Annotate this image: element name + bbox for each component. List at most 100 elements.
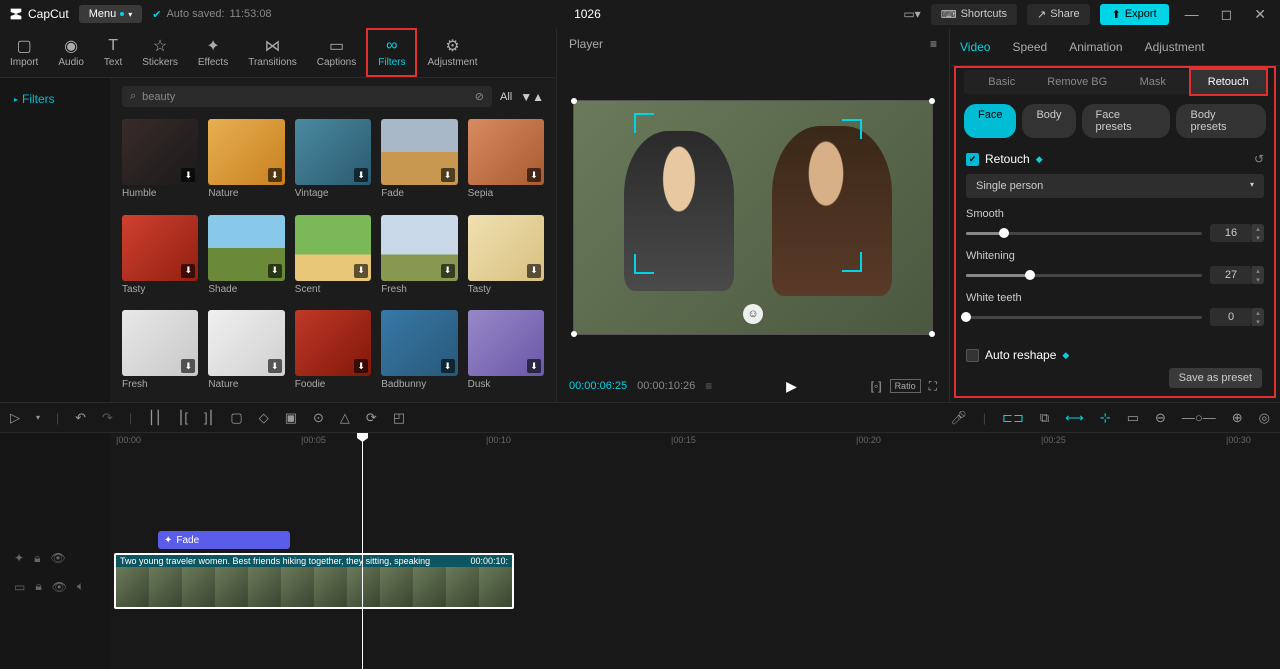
visibility-icon[interactable]: 👁︎ bbox=[50, 551, 65, 565]
download-icon[interactable]: ⬇ bbox=[527, 168, 541, 182]
zoom-in[interactable]: ⊕ bbox=[1232, 410, 1243, 426]
tool-text[interactable]: TText bbox=[94, 28, 132, 77]
filter-sort-icon[interactable]: ▼▲ bbox=[520, 90, 544, 104]
download-icon[interactable]: ⬇ bbox=[268, 168, 282, 182]
fit-tool[interactable]: ◎ bbox=[1259, 410, 1270, 426]
sidebar-item-filters[interactable]: ▸ Filters bbox=[0, 86, 110, 112]
filter-thumbnail[interactable]: ⬇ bbox=[381, 310, 457, 376]
redo-button[interactable]: ↷ bbox=[102, 410, 113, 426]
export-button[interactable]: ⬆ Export bbox=[1100, 4, 1169, 25]
handle-bl[interactable] bbox=[571, 331, 577, 337]
zoom-slider[interactable]: —○— bbox=[1182, 410, 1216, 425]
minimize-button[interactable]: — bbox=[1179, 6, 1205, 22]
preview-axis-tool[interactable]: ⊹ bbox=[1100, 410, 1111, 426]
slider-thumb[interactable] bbox=[1025, 270, 1035, 280]
pill-body[interactable]: Body bbox=[1022, 104, 1075, 138]
track-tool[interactable]: ▭ bbox=[1127, 410, 1139, 426]
filter-thumbnail[interactable]: ⬇ bbox=[295, 215, 371, 281]
slider-value[interactable]: 16 bbox=[1210, 224, 1252, 242]
pill-face-presets[interactable]: Face presets bbox=[1082, 104, 1171, 138]
snap-tool[interactable]: ⟷ bbox=[1065, 410, 1084, 426]
filter-scent[interactable]: ⬇Scent bbox=[295, 215, 371, 303]
clear-icon[interactable]: ⊘ bbox=[475, 90, 484, 103]
filter-sepia[interactable]: ⬇Sepia bbox=[468, 119, 544, 207]
video-track-header[interactable]: ▭ 🔒︎ 👁︎ 🔈︎ bbox=[0, 573, 110, 629]
filter-thumbnail[interactable]: ⬇ bbox=[208, 215, 284, 281]
spinner[interactable]: ▴▾ bbox=[1252, 266, 1264, 284]
filter-tasty[interactable]: ⬇Tasty bbox=[122, 215, 198, 303]
slider-thumb[interactable] bbox=[961, 312, 971, 322]
tab-animation[interactable]: Animation bbox=[1067, 36, 1124, 58]
filter-tasty[interactable]: ⬇Tasty bbox=[468, 215, 544, 303]
crop-tool[interactable]: ◇ bbox=[259, 410, 269, 426]
filter-nature[interactable]: ⬇Nature bbox=[208, 310, 284, 398]
magnet-tool[interactable]: ⊏⊐ bbox=[1002, 410, 1024, 426]
mirror-tool[interactable]: △ bbox=[340, 410, 350, 426]
timeline-tracks[interactable]: |00:00|00:05|00:10|00:15|00:20|00:25|00:… bbox=[110, 433, 1280, 669]
download-icon[interactable]: ⬇ bbox=[354, 168, 368, 182]
download-icon[interactable]: ⬇ bbox=[354, 359, 368, 373]
mic-icon[interactable]: 🎤︎ bbox=[950, 410, 967, 426]
shortcuts-button[interactable]: ⌨ Shortcuts bbox=[931, 4, 1017, 25]
rotate-tool[interactable]: ⟳ bbox=[366, 410, 377, 426]
crop2-tool[interactable]: ◰ bbox=[393, 410, 405, 426]
timeline-ruler[interactable]: |00:00|00:05|00:10|00:15|00:20|00:25|00:… bbox=[110, 433, 1280, 453]
freeze-tool[interactable]: ▣ bbox=[285, 410, 297, 426]
play-button[interactable]: ▶ bbox=[786, 378, 797, 395]
save-preset-button[interactable]: Save as preset bbox=[1169, 368, 1262, 388]
tool-captions[interactable]: ▭Captions bbox=[307, 28, 366, 77]
handle-tl[interactable] bbox=[571, 98, 577, 104]
video-clip[interactable]: Two young traveler women. Best friends h… bbox=[114, 553, 514, 609]
spinner[interactable]: ▴▾ bbox=[1252, 308, 1264, 326]
filter-fresh[interactable]: ⬇Fresh bbox=[381, 215, 457, 303]
player-menu-icon[interactable]: ≡ bbox=[930, 37, 937, 51]
checkbox-icon[interactable]: ✔ bbox=[966, 153, 979, 166]
pointer-tool[interactable]: ▷ bbox=[10, 410, 20, 426]
pill-body-presets[interactable]: Body presets bbox=[1176, 104, 1266, 138]
tool-transitions[interactable]: ⋈Transitions bbox=[238, 28, 307, 77]
filter-thumbnail[interactable]: ⬇ bbox=[122, 119, 198, 185]
lock-icon[interactable]: 🔒︎ bbox=[34, 551, 40, 566]
handle-tr[interactable] bbox=[929, 98, 935, 104]
filter-humble[interactable]: ⬇Humble bbox=[122, 119, 198, 207]
share-button[interactable]: ↗ Share bbox=[1027, 4, 1090, 25]
download-icon[interactable]: ⬇ bbox=[181, 359, 195, 373]
filter-thumbnail[interactable]: ⬇ bbox=[122, 215, 198, 281]
lock-icon[interactable]: 🔒︎ bbox=[35, 579, 41, 594]
spinner-up[interactable]: ▴ bbox=[1252, 266, 1264, 275]
spinner-down[interactable]: ▾ bbox=[1252, 275, 1264, 284]
tool-filters[interactable]: ∞Filters bbox=[366, 28, 417, 77]
filter-thumbnail[interactable]: ⬇ bbox=[295, 119, 371, 185]
slider-track[interactable] bbox=[966, 232, 1202, 235]
ratio-button[interactable]: Ratio bbox=[890, 379, 921, 393]
zoom-out[interactable]: ⊖ bbox=[1155, 410, 1166, 426]
reset-icon[interactable]: ↺ bbox=[1254, 152, 1264, 166]
tool-audio[interactable]: ◉Audio bbox=[48, 28, 94, 77]
search-input[interactable]: ⌕ beauty ⊘ bbox=[122, 86, 492, 107]
link-tool[interactable]: ⧉ bbox=[1040, 410, 1049, 426]
reverse-tool[interactable]: ⊙ bbox=[313, 410, 324, 426]
download-icon[interactable]: ⬇ bbox=[441, 264, 455, 278]
playhead[interactable] bbox=[362, 433, 363, 669]
filter-thumbnail[interactable]: ⬇ bbox=[208, 310, 284, 376]
all-filter[interactable]: All bbox=[500, 91, 512, 103]
filter-thumbnail[interactable]: ⬇ bbox=[468, 119, 544, 185]
download-icon[interactable]: ⬇ bbox=[441, 359, 455, 373]
filter-fade[interactable]: ⬇Fade bbox=[381, 119, 457, 207]
layout-icon[interactable]: ▭▾ bbox=[903, 7, 920, 21]
tab-video[interactable]: Video bbox=[958, 36, 992, 58]
filter-thumbnail[interactable]: ⬇ bbox=[208, 119, 284, 185]
spinner[interactable]: ▴▾ bbox=[1252, 224, 1264, 242]
handle-br[interactable] bbox=[929, 331, 935, 337]
filter-thumbnail[interactable]: ⬇ bbox=[381, 215, 457, 281]
filter-thumbnail[interactable]: ⬇ bbox=[468, 310, 544, 376]
download-icon[interactable]: ⬇ bbox=[181, 168, 195, 182]
filter-thumbnail[interactable]: ⬇ bbox=[468, 215, 544, 281]
close-button[interactable]: ✕ bbox=[1248, 6, 1272, 23]
download-icon[interactable]: ⬇ bbox=[527, 359, 541, 373]
filter-nature[interactable]: ⬇Nature bbox=[208, 119, 284, 207]
filter-shade[interactable]: ⬇Shade bbox=[208, 215, 284, 303]
split-tool[interactable]: ⎮⎮ bbox=[148, 410, 162, 426]
slider-thumb[interactable] bbox=[999, 228, 1009, 238]
download-icon[interactable]: ⬇ bbox=[527, 264, 541, 278]
